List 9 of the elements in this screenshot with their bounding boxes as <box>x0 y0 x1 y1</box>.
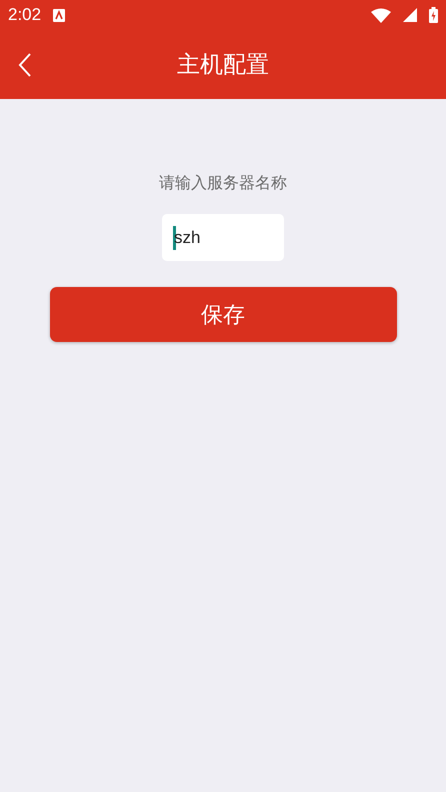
back-button[interactable] <box>18 52 32 76</box>
save-button[interactable]: 保存 <box>50 287 396 342</box>
status-time: 2:02 <box>8 5 42 25</box>
screen-title: 主机配置 <box>177 52 269 78</box>
signal-icon <box>403 8 417 22</box>
field-label: 请输入服务器名称 <box>159 173 287 194</box>
wifi-icon <box>371 8 391 22</box>
battery-icon <box>429 7 438 23</box>
notification-icon <box>53 8 66 22</box>
